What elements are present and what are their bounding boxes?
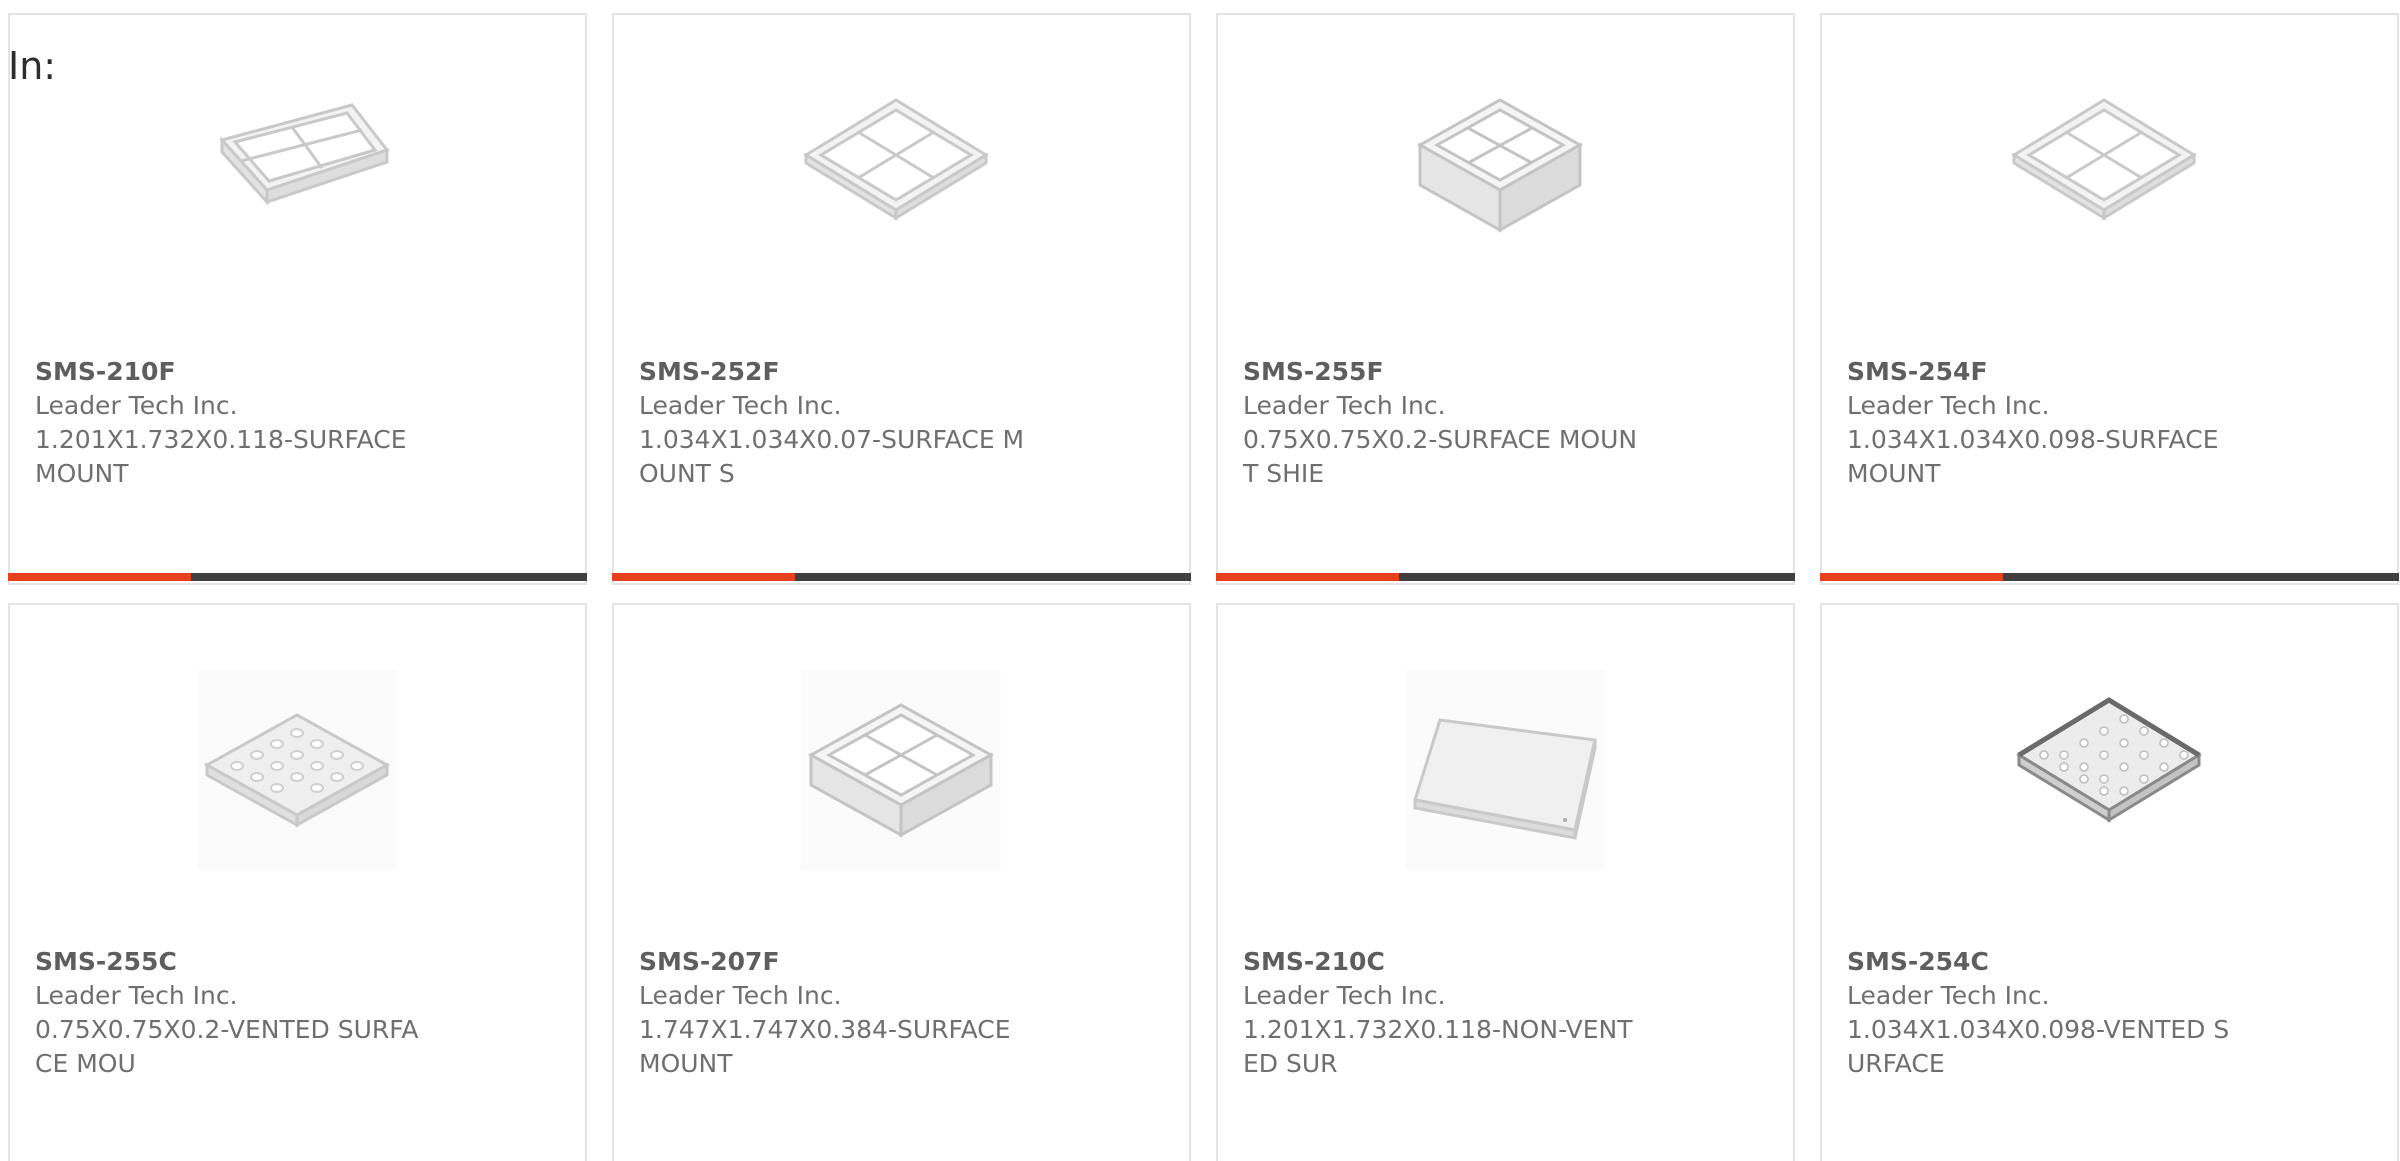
product-description: 1.034X1.034X0.07-SURFACE MOUNT S <box>639 425 1025 488</box>
shield-cover-vented-icon <box>197 670 397 870</box>
manufacturer-name: Leader Tech Inc. <box>639 391 842 420</box>
product-card[interactable]: SMS-254C Leader Tech Inc. 1.034X1.034X0.… <box>1820 603 2399 1161</box>
product-description: 0.75X0.75X0.2-VENTED SURFACE MOU <box>35 1015 419 1078</box>
shield-frame-tall-icon <box>1405 80 1605 280</box>
product-card[interactable]: SMS-252F Leader Tech Inc. 1.034X1.034X0.… <box>612 13 1191 585</box>
card-progress-bar <box>1820 573 2399 581</box>
product-info: SMS-255C Leader Tech Inc. 0.75X0.75X0.2-… <box>35 945 465 1081</box>
card-accent-bar <box>1820 573 2003 581</box>
product-card[interactable]: SMS-255F Leader Tech Inc. 0.75X0.75X0.2-… <box>1216 13 1795 585</box>
product-card[interactable]: SMS-210C Leader Tech Inc. 1.201X1.732X0.… <box>1216 603 1795 1161</box>
product-card[interactable]: SMS-255C Leader Tech Inc. 0.75X0.75X0.2-… <box>8 603 587 1161</box>
manufacturer-name: Leader Tech Inc. <box>35 391 238 420</box>
shield-frame-rect-icon <box>197 80 397 280</box>
card-progress-bar <box>8 573 587 581</box>
product-info: SMS-252F Leader Tech Inc. 1.034X1.034X0.… <box>639 355 1069 491</box>
shield-frame-tall-icon <box>801 670 1001 870</box>
part-number-link[interactable]: SMS-254C <box>1847 945 2277 979</box>
shield-cover-mesh-icon <box>2009 670 2209 870</box>
card-accent-bar <box>612 573 795 581</box>
card-progress-bar <box>1216 573 1795 581</box>
product-card[interactable]: SMS-207F Leader Tech Inc. 1.747X1.747X0.… <box>612 603 1191 1161</box>
shield-frame-square-icon <box>801 80 1001 280</box>
product-info: SMS-255F Leader Tech Inc. 0.75X0.75X0.2-… <box>1243 355 1673 491</box>
part-number-link[interactable]: SMS-255C <box>35 945 465 979</box>
part-number-link[interactable]: SMS-210F <box>35 355 465 389</box>
card-accent-bar <box>8 573 191 581</box>
product-description: 1.747X1.747X0.384-SURFACE MOUNT <box>639 1015 1011 1078</box>
card-accent-bar <box>1216 573 1399 581</box>
card-progress-bar <box>612 573 1191 581</box>
product-card[interactable]: SMS-210F Leader Tech Inc. 1.201X1.732X0.… <box>8 13 587 585</box>
part-number-link[interactable]: SMS-210C <box>1243 945 1673 979</box>
product-info: SMS-254F Leader Tech Inc. 1.034X1.034X0.… <box>1847 355 2277 491</box>
part-number-link[interactable]: SMS-207F <box>639 945 1069 979</box>
product-description: 1.201X1.732X0.118-NON-VENTED SUR <box>1243 1015 1633 1078</box>
manufacturer-name: Leader Tech Inc. <box>639 981 842 1010</box>
product-info: SMS-210C Leader Tech Inc. 1.201X1.732X0.… <box>1243 945 1673 1081</box>
shield-frame-square-icon <box>2009 80 2209 280</box>
product-info: SMS-210F Leader Tech Inc. 1.201X1.732X0.… <box>35 355 465 491</box>
product-description: 0.75X0.75X0.2-SURFACE MOUNT SHIE <box>1243 425 1638 488</box>
manufacturer-name: Leader Tech Inc. <box>1243 391 1446 420</box>
filter-label: In: <box>8 44 57 88</box>
product-info: SMS-254C Leader Tech Inc. 1.034X1.034X0.… <box>1847 945 2277 1081</box>
product-description: 1.034X1.034X0.098-SURFACE MOUNT <box>1847 425 2219 488</box>
part-number-link[interactable]: SMS-252F <box>639 355 1069 389</box>
part-number-link[interactable]: SMS-255F <box>1243 355 1673 389</box>
manufacturer-name: Leader Tech Inc. <box>1243 981 1446 1010</box>
manufacturer-name: Leader Tech Inc. <box>1847 981 2050 1010</box>
product-description: 1.034X1.034X0.098-VENTED SURFACE <box>1847 1015 2230 1078</box>
part-number-link[interactable]: SMS-254F <box>1847 355 2277 389</box>
product-description: 1.201X1.732X0.118-SURFACE MOUNT <box>35 425 407 488</box>
manufacturer-name: Leader Tech Inc. <box>1847 391 2050 420</box>
product-card[interactable]: SMS-254F Leader Tech Inc. 1.034X1.034X0.… <box>1820 13 2399 585</box>
manufacturer-name: Leader Tech Inc. <box>35 981 238 1010</box>
product-info: SMS-207F Leader Tech Inc. 1.747X1.747X0.… <box>639 945 1069 1081</box>
shield-cover-solid-icon <box>1405 670 1605 870</box>
